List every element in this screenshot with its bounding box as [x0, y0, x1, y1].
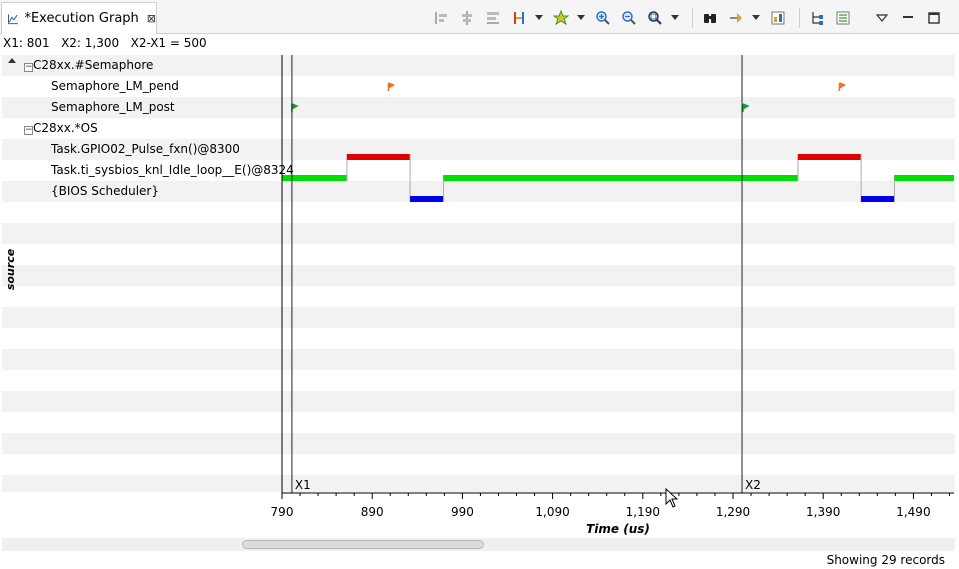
execution-graph-area[interactable] [2, 55, 955, 492]
tab-bar: *Execution Graph ⊠ [0, 0, 959, 34]
row-stripe [2, 412, 955, 433]
chevron-down-icon[interactable] [534, 7, 544, 29]
x-tick-label: 990 [450, 505, 474, 519]
row-stripe [2, 391, 955, 412]
group-label[interactable]: C28xx.*OS [33, 118, 98, 139]
x-tick-label: 1,390 [806, 505, 841, 519]
cursor-readout: X1: 801 X2: 1,300 X2-X1 = 500 [3, 36, 207, 50]
row-stripe [2, 433, 955, 454]
record-count-status: Showing 29 records [826, 553, 945, 567]
chevron-down-icon[interactable] [751, 7, 761, 29]
toolbar-separator [799, 8, 800, 28]
x-axis-title: Time (us) [586, 522, 650, 536]
collapse-toggle-icon[interactable]: − [24, 63, 33, 72]
x-tick-label: 1,490 [896, 505, 931, 519]
x1-readout: X1: 801 [3, 36, 50, 50]
x-tick-label: 1,290 [715, 505, 751, 519]
source-axis-label: source [4, 248, 18, 291]
toolbar-separator [864, 8, 865, 28]
measure-icon[interactable] [508, 7, 530, 29]
row-label[interactable]: Task.GPIO02_Pulse_fxn()@8300 [51, 139, 240, 160]
maximize-icon[interactable] [923, 7, 945, 29]
align-group-icon[interactable] [482, 7, 504, 29]
delta-readout: X2-X1 = 500 [130, 36, 207, 50]
properties-icon[interactable] [767, 7, 789, 29]
x2-readout: X2: 1,300 [61, 36, 120, 50]
collapse-up-icon[interactable] [8, 58, 16, 63]
view-menu-icon[interactable] [871, 7, 893, 29]
toolbar-separator [692, 8, 693, 28]
row-stripe [2, 475, 955, 492]
minimize-icon[interactable] [897, 7, 919, 29]
chevron-down-icon[interactable] [576, 7, 586, 29]
row-stripe [2, 265, 955, 286]
row-label[interactable]: Semaphore_LM_post [51, 97, 175, 118]
cursor-marker-label: X2 [745, 478, 761, 492]
row-stripe [2, 202, 955, 223]
x-tick-label: 890 [360, 505, 384, 519]
tree-icon[interactable] [806, 7, 828, 29]
row-stripe [2, 370, 955, 391]
row-stripe [2, 328, 955, 349]
collapse-toggle-icon[interactable]: − [24, 126, 33, 135]
row-stripe [2, 118, 955, 139]
tab-execution-graph[interactable]: *Execution Graph ⊠ [1, 2, 157, 34]
graph-icon [8, 13, 18, 24]
group-label[interactable]: C28xx.#Semaphore [33, 55, 153, 76]
list-icon[interactable] [832, 7, 854, 29]
zoom-fit-icon[interactable] [644, 7, 666, 29]
horizontal-scrollbar[interactable] [2, 538, 955, 551]
row-stripe [2, 307, 955, 328]
row-stripe [2, 223, 955, 244]
find-icon[interactable] [699, 7, 721, 29]
zoom-out-icon[interactable] [618, 7, 640, 29]
x-tick-label: 790 [270, 505, 294, 519]
close-icon[interactable]: ⊠ [147, 12, 156, 25]
chevron-down-icon[interactable] [670, 7, 680, 29]
row-stripe [2, 244, 955, 265]
x-tick-label: 1,090 [535, 505, 570, 519]
row-stripe [2, 454, 955, 475]
row-label[interactable]: Task.ti_sysbios_knl_Idle_loop__E()@8324 [51, 160, 294, 181]
tab-title: *Execution Graph [24, 11, 139, 26]
goto-icon[interactable] [725, 7, 747, 29]
scrollbar-thumb[interactable] [242, 540, 484, 549]
row-stripe [2, 349, 955, 370]
align-center-icon[interactable] [456, 7, 478, 29]
align-left-icon[interactable] [430, 7, 452, 29]
row-label[interactable]: {BIOS Scheduler} [51, 181, 159, 202]
cursor-marker-label: X1 [294, 478, 311, 492]
row-label[interactable]: Semaphore_LM_pend [51, 76, 179, 97]
toolbar [430, 6, 949, 30]
pin-icon[interactable] [550, 7, 572, 29]
zoom-in-icon[interactable] [592, 7, 614, 29]
row-stripe [2, 286, 955, 307]
x-tick-label: 1,190 [625, 505, 660, 519]
